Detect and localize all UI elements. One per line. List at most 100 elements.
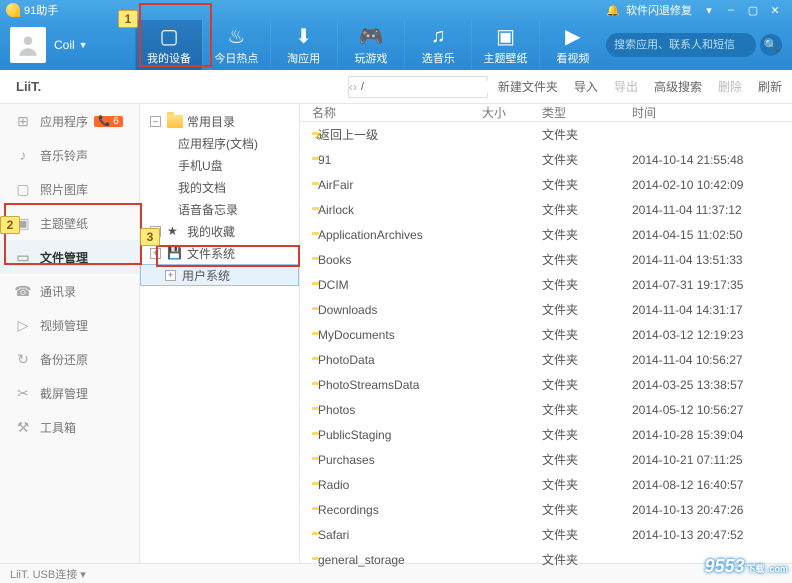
sidebar-label: 照片图库 [40,181,88,198]
search-box[interactable] [606,33,756,57]
chevron-down-icon: ▼ [79,40,88,50]
table-row[interactable]: Recordings 文件夹 2014-10-13 20:47:26 [300,497,792,522]
sidebar-item-6[interactable]: ▷视频管理 [0,308,139,342]
file-name: Safari [318,528,349,542]
expand-icon[interactable]: + [165,270,176,281]
tree-node[interactable]: 应用程序(文档) [140,132,299,154]
search-button[interactable]: 🔍 [760,34,782,56]
tree-label: 我的文档 [178,179,226,196]
nav-label: 看视频 [556,50,589,66]
tree-user-system[interactable]: + 用户系统 [140,264,299,286]
sidebar-item-7[interactable]: ↻备份还原 [0,342,139,376]
sidebar-item-5[interactable]: ☎通讯录 [0,274,139,308]
device-name: LiiT. [16,79,41,94]
path-input[interactable] [357,81,507,93]
flash-repair-link[interactable]: 软件闪退修复 [626,2,692,18]
nav-label: 我的设备 [147,50,191,66]
new-folder-button[interactable]: 新建文件夹 [498,78,558,95]
table-row[interactable]: Radio 文件夹 2014-08-12 16:40:57 [300,472,792,497]
sidebar-icon: ✂ [14,385,32,402]
table-row[interactable]: Airlock 文件夹 2014-11-04 11:37:12 [300,197,792,222]
file-time: 2014-02-10 10:42:09 [632,178,792,192]
sidebar-item-4[interactable]: ▭文件管理 [0,240,139,274]
table-row[interactable]: 91 文件夹 2014-10-14 21:55:48 [300,147,792,172]
folder-icon [167,114,183,128]
col-size[interactable]: 大小 [482,104,542,121]
tree-label: 语音备忘录 [178,201,238,218]
file-type: 文件夹 [542,401,632,418]
sidebar-item-2[interactable]: ▢ 照片图库 [0,172,139,206]
table-row[interactable]: DCIM 文件夹 2014-07-31 19:17:35 [300,272,792,297]
status-text[interactable]: LiiT. USB连接 ▾ [10,566,86,582]
address-bar[interactable]: ‹ › [348,76,488,98]
expand-icon[interactable]: + [150,248,161,259]
col-name[interactable]: 名称 [300,104,482,121]
nav-label: 主题壁纸 [484,50,528,66]
download-icon: ⬇ [295,24,312,48]
nav-themes[interactable]: ▣ 主题壁纸 [471,20,538,70]
collapse-icon[interactable]: – [150,116,161,127]
dropdown-button[interactable]: ▾ [698,4,720,17]
file-time: 2014-11-04 13:51:33 [632,253,792,267]
nav-apps[interactable]: ⬇ 淘应用 [270,20,337,70]
minimize-button[interactable]: – [720,4,742,16]
search-input[interactable] [614,39,756,51]
file-name: Radio [318,478,349,492]
username[interactable]: Coil ▼ [54,38,88,52]
tree-filesystem[interactable]: + 💾 文件系统 [140,242,299,264]
delete-button: 删除 [718,78,742,95]
bell-icon[interactable]: 🔔 [606,4,620,17]
table-row[interactable]: Downloads 文件夹 2014-11-04 14:31:17 [300,297,792,322]
tree-root[interactable]: – 常用目录 [140,110,299,132]
watermark-sub: 下载 .com [746,562,788,575]
table-row[interactable]: Safari 文件夹 2014-10-13 20:47:52 [300,522,792,547]
file-time: 2014-11-04 10:56:27 [632,353,792,367]
watermark-text: 9553 [704,556,744,577]
sidebar-label: 文件管理 [40,249,88,266]
file-type: 文件夹 [542,176,632,193]
file-name: Airlock [318,203,354,217]
sidebar-item-1[interactable]: ♪音乐铃声 [0,138,139,172]
sidebar-icon: ▢ [14,181,32,198]
advanced-search-button[interactable]: 高级搜索 [654,78,702,95]
sidebar-item-8[interactable]: ✂截屏管理 [0,376,139,410]
table-row[interactable]: Photos 文件夹 2014-05-12 10:56:27 [300,397,792,422]
nav-hot[interactable]: ♨ 今日热点 [202,20,269,70]
sidebar-item-3[interactable]: ▣主题壁纸 [0,206,139,240]
tree-favorites[interactable]: + ★ 我的收藏 [140,220,299,242]
table-row[interactable]: Books 文件夹 2014-11-04 13:51:33 [300,247,792,272]
sidebar-label: 视频管理 [40,317,88,334]
close-button[interactable]: ✕ [764,4,786,17]
sidebar-icon: ⊞ [14,113,32,130]
tree-node[interactable]: 手机U盘 [140,154,299,176]
tree-node[interactable]: 我的文档 [140,176,299,198]
nav-music[interactable]: ♫ 选音乐 [404,20,471,70]
file-time: 2014-03-25 13:38:57 [632,378,792,392]
tree-node[interactable]: 语音备忘录 [140,198,299,220]
sidebar-label: 音乐铃声 [40,147,88,164]
sidebar-item-9[interactable]: ⚒工具箱 [0,410,139,444]
table-row[interactable]: PhotoData 文件夹 2014-11-04 10:56:27 [300,347,792,372]
table-row[interactable]: ApplicationArchives 文件夹 2014-04-15 11:02… [300,222,792,247]
user-block[interactable]: Coil ▼ [0,20,135,70]
nav-video[interactable]: ▶ 看视频 [539,20,606,70]
import-button[interactable]: 导入 [574,78,598,95]
sidebar-item-0[interactable]: ⊞应用程序📞 6 [0,104,139,138]
table-row[interactable]: PublicStaging 文件夹 2014-10-28 15:39:04 [300,422,792,447]
table-row[interactable]: MyDocuments 文件夹 2014-03-12 12:19:23 [300,322,792,347]
file-time: 2014-10-13 20:47:52 [632,528,792,542]
table-row[interactable]: PhotoStreamsData 文件夹 2014-03-25 13:38:57 [300,372,792,397]
table-row[interactable]: Purchases 文件夹 2014-10-21 07:11:25 [300,447,792,472]
col-time[interactable]: 时间 [632,104,792,121]
app-icon [6,3,20,17]
nav-games[interactable]: 🎮 玩游戏 [337,20,404,70]
table-row[interactable]: AirFair 文件夹 2014-02-10 10:42:09 [300,172,792,197]
table-row[interactable]: 返回上一级 文件夹 [300,122,792,147]
nav-my-device[interactable]: ▢ 我的设备 [135,20,202,70]
refresh-button[interactable]: 刷新 [758,78,782,95]
maximize-button[interactable]: ▢ [742,4,764,17]
music-icon: ♫ [431,24,446,48]
file-name: Downloads [318,303,377,317]
col-type[interactable]: 类型 [542,104,632,121]
file-type: 文件夹 [542,326,632,343]
